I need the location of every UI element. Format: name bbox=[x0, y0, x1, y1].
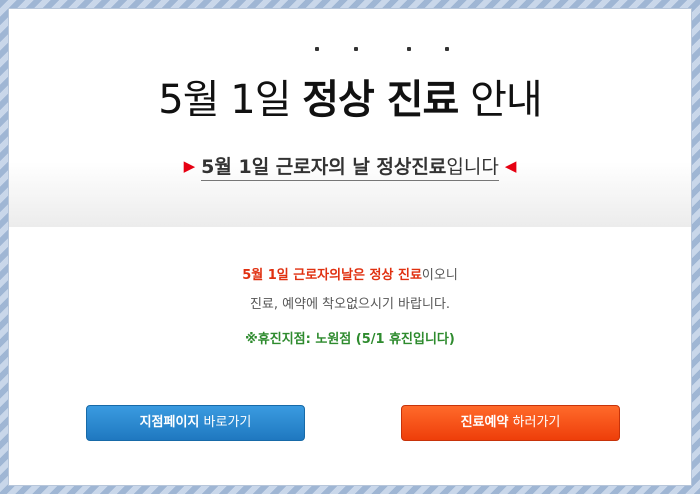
right-pointing-arrow-icon: ▶ bbox=[183, 157, 196, 175]
page-title: 5월 1일 정상 진료 안내 bbox=[9, 67, 691, 125]
title-part1: 5월 1일 bbox=[158, 77, 303, 123]
popup-frame: 5월 1일 정상 진료 안내 ▶ 5월 1일 근로자의 날 정상진료입니다 ◀ … bbox=[9, 9, 691, 485]
notice-line-1-rest: 이오니 bbox=[421, 268, 458, 283]
reservation-button-bold: 진료예약 bbox=[460, 415, 509, 430]
branch-button-rest: 바로가기 bbox=[199, 415, 252, 430]
emphasis-dot bbox=[407, 47, 411, 51]
notice-line-2: 진료, 예약에 착오없으시기 바랍니다. bbox=[249, 297, 451, 312]
subtitle: ▶ 5월 1일 근로자의 날 정상진료입니다 ◀ bbox=[9, 152, 691, 181]
subtitle-link: 5월 1일 근로자의 날 정상진료입니다 bbox=[201, 156, 499, 181]
notice-line-1: 5월 1일 근로자의날은 정상 진료이오니 bbox=[9, 264, 691, 283]
notice-highlight: 5월 1일 근로자의날은 정상 진료 bbox=[242, 268, 422, 283]
title-part2: 안내 bbox=[458, 77, 543, 123]
header-area: 5월 1일 정상 진료 안내 ▶ 5월 1일 근로자의 날 정상진료입니다 ◀ bbox=[9, 9, 691, 227]
reservation-button-rest: 하러가기 bbox=[508, 415, 561, 430]
closed-branch-notice: ※휴진지점: 노원점 (5/1 휴진입니다) bbox=[245, 332, 455, 347]
left-pointing-arrow-icon: ◀ bbox=[504, 157, 517, 175]
title-emphasis: 정상 진료 bbox=[302, 77, 459, 123]
reservation-button[interactable]: 진료예약 하러가기 bbox=[401, 405, 620, 441]
subtitle-bold: 5월 1일 근로자의 날 정상진료 bbox=[201, 156, 447, 178]
emphasis-dot bbox=[354, 47, 358, 51]
branch-page-button[interactable]: 지점페이지 바로가기 bbox=[86, 405, 305, 441]
emphasis-dot bbox=[445, 47, 449, 51]
emphasis-dot bbox=[315, 47, 319, 51]
subtitle-normal: 입니다 bbox=[446, 156, 499, 178]
branch-button-bold: 지점페이지 bbox=[139, 415, 200, 430]
